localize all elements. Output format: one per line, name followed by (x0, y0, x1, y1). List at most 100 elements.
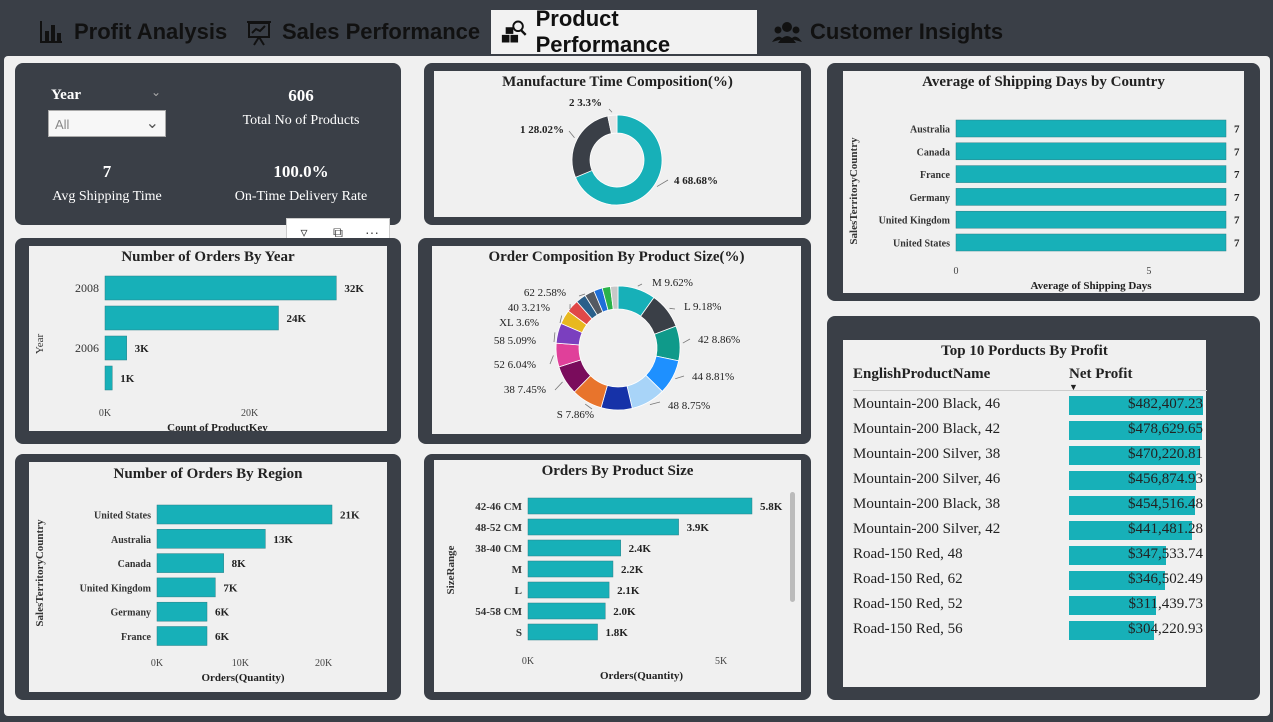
table-row[interactable]: Mountain-200 Black, 38 $454,516.48 (853, 493, 1207, 518)
presentation-board-icon (247, 21, 271, 46)
bar (527, 497, 753, 515)
year-slicer-dropdown[interactable]: All ⌄ (48, 110, 166, 137)
data-label: 24K (286, 313, 306, 325)
column-header-product[interactable]: EnglishProductName (853, 366, 990, 383)
category-label: France (121, 632, 152, 643)
bar (104, 275, 337, 301)
bar (527, 581, 610, 599)
slice-label: 62 2.58% (524, 287, 566, 299)
slice-label: S 7.86% (557, 409, 594, 421)
bar (104, 335, 127, 361)
net-profit-cell: $304,220.93 (1128, 621, 1203, 637)
x-tick-label: 0K (522, 656, 535, 667)
y-axis-title: Year (34, 334, 46, 355)
vertical-scrollbar[interactable] (790, 492, 795, 602)
table-row[interactable]: Mountain-200 Silver, 38 $470,220.81 (853, 443, 1207, 468)
data-label: 2.1K (617, 585, 640, 597)
leader-line (669, 307, 676, 310)
data-label: 3.9K (687, 522, 710, 534)
shipping-card: Average of Shipping Days by Country Aust… (827, 63, 1260, 301)
x-axis-title: Average of Shipping Days (1030, 280, 1152, 292)
size-composition-donut-chart: M 9.62% L 9.18% 42 8.86% 44 8.81% 48 8.75% S … (494, 277, 740, 421)
bar (955, 142, 1227, 161)
bar (955, 119, 1227, 138)
tab-customer-insights[interactable]: Customer Insights (764, 10, 1011, 54)
slice-label: 42 8.86% (698, 334, 740, 346)
total-products-value: 606 (288, 86, 314, 105)
column-header-net-profit[interactable]: Net Profit (1069, 366, 1132, 383)
data-label: 2.4K (629, 543, 652, 555)
header-divider (853, 390, 1207, 391)
slice-label: 44 8.81% (692, 371, 734, 383)
table-row[interactable]: Mountain-200 Black, 42 $478,629.65 (853, 418, 1207, 443)
table-row[interactable]: Road-150 Red, 56 $304,220.93 (853, 618, 1207, 643)
category-label: Australia (910, 125, 950, 136)
slice-label: M 9.62% (652, 277, 693, 289)
bar (955, 210, 1227, 229)
net-profit-cell: $456,874.93 (1128, 471, 1203, 487)
net-profit-cell: $311,439.73 (1128, 596, 1203, 612)
net-profit-cell: $347,533.74 (1128, 546, 1203, 562)
x-tick-label: 10K (232, 658, 250, 669)
y-axis-title: SizeRange (445, 545, 457, 594)
product-name-cell: Road-150 Red, 48 (853, 546, 963, 562)
tab-label: Product Performance (535, 6, 671, 57)
data-label: 21K (340, 510, 360, 522)
x-axis-title: Orders(Quantity) (600, 670, 683, 682)
bar (527, 560, 614, 578)
x-tick-label: 5K (715, 656, 728, 667)
data-label: 7 (1234, 215, 1240, 227)
category-label: United Kingdom (879, 216, 951, 227)
chevron-down-icon: ⌄ (145, 115, 159, 132)
leader-line (553, 332, 556, 343)
bar (156, 504, 333, 525)
data-label: 7 (1234, 238, 1240, 250)
slice-label: 52 6.04% (494, 359, 536, 371)
net-profit-cell: $478,629.65 (1128, 421, 1203, 437)
slice-label: L 9.18% (684, 301, 721, 313)
product-name-cell: Mountain-200 Black, 38 (853, 496, 1001, 512)
orders-year-bar-chart: 2008 32K 24K 2006 3K 1K 0K 20K Count of ProductK… (34, 275, 364, 434)
slice-label: 58 5.09% (494, 335, 536, 347)
tab-profit-analysis[interactable]: Profit Analysis (28, 10, 235, 54)
tab-sales-performance[interactable]: Sales Performance (236, 10, 488, 54)
leader-line (554, 381, 563, 391)
bar (156, 601, 208, 622)
table-row[interactable]: Mountain-200 Black, 46 $482,407.23 (853, 393, 1207, 418)
data-label: 3K (135, 343, 150, 355)
x-tick-label: 5 (1146, 266, 1151, 277)
category-label: S (516, 627, 522, 639)
net-profit-cell: $441,481.28 (1128, 521, 1203, 537)
x-tick-label: 0K (99, 408, 112, 419)
chart-title: Manufacture Time Composition(%) (502, 74, 733, 90)
chart-title: Orders By Product Size (541, 463, 694, 479)
bar (156, 529, 266, 549)
net-profit-cell: $482,407.23 (1128, 396, 1203, 412)
slice-label: 40 3.21% (508, 302, 550, 314)
table-row[interactable]: Mountain-200 Silver, 42 $441,481.28 (853, 518, 1207, 543)
orders-region-card: Number of Orders By Region United States… (15, 454, 401, 700)
bar-chart-icon (40, 21, 62, 43)
data-label: 8K (232, 558, 247, 570)
data-label: 1.8K (606, 627, 629, 639)
table-row[interactable]: Mountain-200 Silver, 46 $456,874.93 (853, 468, 1207, 493)
bar (955, 188, 1227, 206)
table-row[interactable]: Road-150 Red, 62 $346,502.49 (853, 568, 1207, 593)
x-tick-label: 20K (241, 408, 259, 419)
product-name-cell: Mountain-200 Silver, 42 (853, 521, 1001, 537)
table-title: Top 10 Porducts By Profit (941, 343, 1108, 359)
data-label: 6K (215, 631, 230, 643)
tab-product-performance[interactable]: Product Performance (491, 6, 757, 57)
table-row[interactable]: Road-150 Red, 48 $347,533.74 (853, 543, 1207, 568)
bar (156, 577, 216, 598)
leader-line (637, 283, 643, 287)
table-row[interactable]: Road-150 Red, 52 $311,439.73 (853, 593, 1207, 618)
category-label: 2008 (75, 281, 99, 295)
net-profit-cell: $470,220.81 (1128, 446, 1203, 462)
category-label: United Kingdom (80, 583, 152, 594)
report-tab-bar: Profit Analysis Sales Performance Produc… (0, 0, 1273, 58)
data-label: 32K (344, 283, 364, 295)
data-label: 2.2K (621, 564, 644, 576)
category-label: M (512, 564, 523, 576)
data-label: 7 (1234, 124, 1240, 136)
